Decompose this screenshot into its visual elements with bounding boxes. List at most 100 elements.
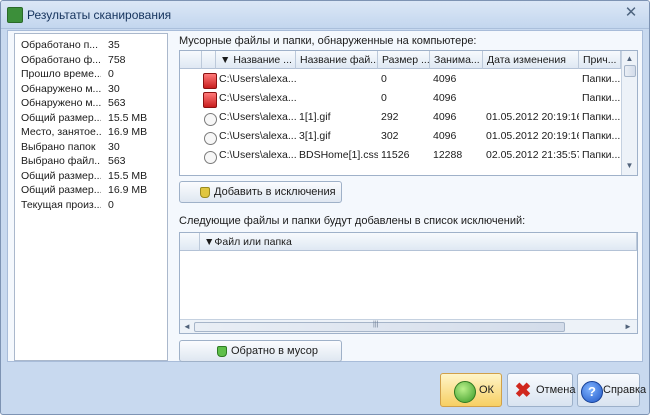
stat-value: 30 bbox=[108, 82, 120, 95]
indicator-header bbox=[180, 233, 200, 251]
add-to-exclusions-button[interactable]: Добавить в исключения bbox=[179, 181, 342, 203]
path-cell: C:\Users\alexa... bbox=[219, 73, 296, 85]
stat-value: 563 bbox=[108, 155, 126, 167]
add-to-exclusions-label: Добавить в исключения bbox=[214, 186, 336, 198]
name-cell bbox=[296, 70, 378, 89]
scroll-up-icon[interactable]: ▲ bbox=[624, 54, 635, 64]
exclusions-heading: Следующие файлы и папки будут добавлены … bbox=[179, 215, 526, 227]
column-header-reason[interactable]: Прич... bbox=[579, 51, 621, 69]
red-file-icon bbox=[203, 92, 217, 108]
column-header-label: Название ... bbox=[233, 54, 292, 66]
window-title: Результаты сканирования bbox=[27, 8, 172, 22]
stat-value: 0 bbox=[108, 68, 114, 80]
junk-files-heading: Мусорные файлы и папки, обнаруженные на … bbox=[179, 35, 477, 47]
stat-label: Место, занятое... bbox=[21, 126, 101, 138]
help-button[interactable]: ? Справка bbox=[577, 373, 646, 407]
date-cell bbox=[483, 89, 579, 108]
reason-cell: Папки... bbox=[582, 149, 621, 161]
scroll-thumb[interactable]: ||| bbox=[194, 321, 565, 332]
occupied-cell: 4096 bbox=[433, 130, 457, 142]
stat-label: Выбрано папок bbox=[21, 140, 96, 153]
stat-label: Общий размер... bbox=[21, 169, 101, 182]
junk-files-grid: ▼ Название ... Название фай... Размер ..… bbox=[179, 50, 638, 176]
column-header-file-or-folder[interactable]: ▼Файл или папка bbox=[200, 233, 637, 251]
stat-label: Выбрано файл... bbox=[21, 155, 101, 167]
stat-label: Обнаружено м... bbox=[21, 82, 101, 95]
stat-value: 30 bbox=[108, 140, 120, 153]
stat-value: 758 bbox=[108, 53, 126, 66]
stat-value: 16.9 MB bbox=[108, 184, 148, 196]
stat-label: Прошло време... bbox=[21, 68, 101, 80]
exclusions-grid: ▼Файл или папка ◄ ||| ► bbox=[179, 232, 638, 334]
cancel-label: Отмена bbox=[536, 384, 576, 396]
back-to-junk-label: Обратно в мусор bbox=[231, 345, 318, 357]
sort-icon: ▼ bbox=[204, 236, 215, 248]
shield-icon bbox=[200, 187, 210, 198]
name-cell: 1[1].gif bbox=[299, 111, 331, 123]
size-cell: 11526 bbox=[381, 149, 410, 161]
name-cell: 3[1].gif bbox=[299, 130, 331, 142]
size-cell: 302 bbox=[381, 130, 399, 142]
close-icon[interactable]: ✕ bbox=[623, 5, 639, 21]
stats-panel: Обработано п... 35 Обработано ф... 758 Про… bbox=[14, 33, 168, 361]
size-cell: 0 bbox=[381, 92, 387, 104]
help-icon: ? bbox=[581, 381, 603, 403]
path-cell: C:\Users\alexa... bbox=[219, 149, 296, 161]
scan-results-window: Результаты сканирования ✕ Обработано п..… bbox=[0, 0, 650, 415]
cancel-button[interactable]: ✖ Отмена bbox=[507, 373, 576, 407]
stat-label: Обработано ф... bbox=[21, 53, 101, 66]
stat-label: Общий размер... bbox=[21, 111, 101, 124]
stat-value: 35 bbox=[108, 39, 120, 51]
junk-vertical-scrollbar[interactable]: ▲ ▼ bbox=[621, 51, 637, 175]
column-header-size[interactable]: Размер ... bbox=[378, 51, 430, 69]
occupied-cell: 4096 bbox=[433, 73, 457, 85]
scroll-thumb[interactable] bbox=[624, 65, 636, 77]
icon-header bbox=[202, 51, 216, 69]
scroll-down-icon[interactable]: ▼ bbox=[624, 161, 635, 171]
path-cell: C:\Users\alexa... bbox=[219, 130, 296, 142]
date-cell: 02.05.2012 21:35:57 bbox=[486, 149, 579, 161]
date-cell: 01.05.2012 20:19:16 bbox=[486, 130, 579, 142]
checkmark-icon bbox=[454, 381, 476, 403]
reason-cell: Папки... bbox=[582, 73, 621, 85]
exclusions-horizontal-scrollbar[interactable]: ◄ ||| ► bbox=[180, 319, 637, 333]
reason-cell: Папки... bbox=[582, 111, 621, 123]
back-to-junk-button[interactable]: Обратно в мусор bbox=[179, 340, 342, 362]
ok-label: ОК bbox=[479, 384, 494, 396]
column-header-name[interactable]: Название фай... bbox=[296, 51, 378, 69]
red-file-icon bbox=[203, 73, 217, 89]
occupied-cell: 4096 bbox=[433, 92, 457, 104]
date-cell: 01.05.2012 20:19:16 bbox=[486, 111, 579, 123]
indicator-header bbox=[180, 51, 202, 69]
column-header-path[interactable]: ▼ Название ... bbox=[216, 51, 296, 69]
occupied-cell: 12288 bbox=[433, 149, 463, 161]
scroll-left-icon[interactable]: ◄ bbox=[182, 322, 192, 332]
app-icon bbox=[7, 7, 23, 23]
stat-label: Текущая произ... bbox=[21, 198, 101, 211]
red-x-icon: ✖ bbox=[514, 380, 532, 402]
stat-value: 15.5 MB bbox=[108, 169, 148, 182]
stat-value: 0 bbox=[108, 198, 114, 211]
shield-icon bbox=[217, 346, 227, 357]
column-header-label: Файл или папка bbox=[214, 236, 292, 248]
help-label: Справка bbox=[603, 384, 647, 396]
stat-value: 563 bbox=[108, 97, 126, 109]
reason-cell: Папки... bbox=[582, 130, 621, 142]
stat-value: 15.5 MB bbox=[108, 111, 148, 124]
ok-button[interactable]: ОК bbox=[440, 373, 502, 407]
title-bar: Результаты сканирования ✕ bbox=[1, 1, 649, 29]
date-cell bbox=[483, 70, 579, 89]
occupied-cell: 4096 bbox=[433, 111, 457, 123]
name-cell: BDSHome[1].css bbox=[299, 149, 378, 161]
stat-value: 16.9 MB bbox=[108, 126, 148, 138]
name-cell bbox=[296, 89, 378, 108]
stat-label: Обнаружено м... bbox=[21, 97, 101, 109]
path-cell: C:\Users\alexa... bbox=[219, 92, 296, 104]
column-header-date[interactable]: Дата изменения bbox=[483, 51, 579, 69]
size-cell: 292 bbox=[381, 111, 399, 123]
stat-label: Общий размер... bbox=[21, 184, 101, 196]
scroll-grip-icon: ||| bbox=[373, 321, 379, 328]
column-header-occupied[interactable]: Занима... bbox=[430, 51, 483, 69]
reason-cell: Папки... bbox=[582, 92, 621, 104]
scroll-right-icon[interactable]: ► bbox=[623, 322, 633, 332]
